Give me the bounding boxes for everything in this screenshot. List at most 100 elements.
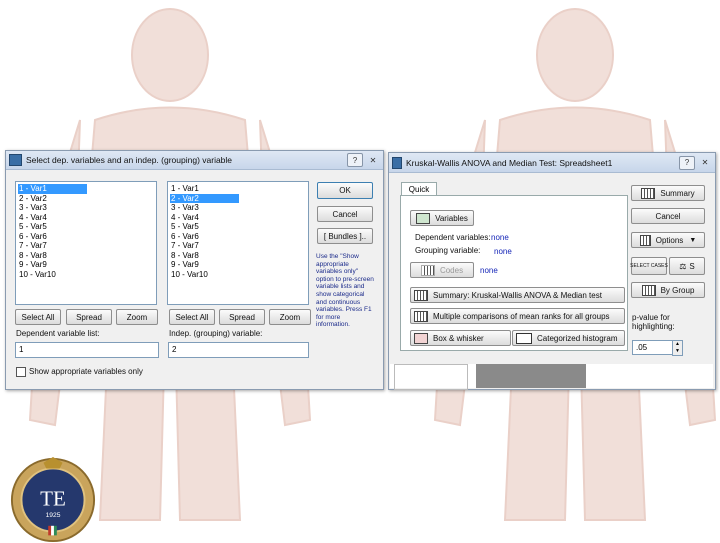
select-cases-button[interactable]: SELECT CASES: [630, 257, 668, 275]
logo-letters: TE: [40, 487, 66, 511]
dep-item[interactable]: 8 - Var8: [18, 251, 154, 261]
options-label: Options: [655, 235, 684, 245]
variables-icon: [416, 212, 431, 224]
show-appropriate-checkbox[interactable]: Show appropriate variables only: [16, 367, 143, 377]
pvalue-label: p-value for highlighting:: [632, 313, 675, 331]
multiple-comparisons-button[interactable]: Multiple comparisons of mean ranks for a…: [410, 308, 625, 324]
indep-item[interactable]: 10 - Var10: [170, 270, 306, 280]
grouping-variable-label: Grouping variable:: [415, 246, 481, 255]
cancel-button[interactable]: Cancel: [631, 208, 705, 224]
by-group-icon: [641, 284, 656, 296]
select-variables-dialog: Select dep. variables and an indep. (gro…: [5, 150, 384, 390]
options-icon: [639, 234, 651, 246]
help-note: Use the "Show appropriate variables only…: [316, 253, 374, 329]
dep-item[interactable]: 2 - Var2: [18, 194, 154, 204]
close-icon[interactable]: ✕: [698, 157, 712, 169]
chevron-down-icon: ▼: [689, 236, 697, 244]
indep-item[interactable]: 1 - Var1: [170, 184, 306, 194]
statistica-icon: [9, 154, 22, 166]
checkbox-box[interactable]: [16, 367, 26, 377]
codes-label: Codes: [439, 265, 464, 275]
indep-item[interactable]: 6 - Var6: [170, 232, 306, 242]
box-whisker-label: Box & whisker: [433, 333, 484, 343]
bundles-button[interactable]: [ Bundles ]..: [317, 228, 373, 244]
by-group-label: By Group: [660, 285, 695, 295]
close-icon[interactable]: ✕: [366, 154, 380, 166]
dep-item[interactable]: 1 - Var1: [18, 184, 87, 194]
indep-item[interactable]: 3 - Var3: [170, 203, 306, 213]
help-button[interactable]: ?: [347, 153, 363, 167]
dependent-variables-label: Dependent variables:: [415, 233, 491, 242]
dep-item[interactable]: 7 - Var7: [18, 241, 154, 251]
ok-button[interactable]: OK: [317, 182, 373, 199]
variables-label: Variables: [435, 213, 468, 223]
cancel-button[interactable]: Cancel: [317, 206, 373, 222]
spreadsheet-cell: [394, 364, 468, 390]
university-seal-logo: TE 1925: [10, 457, 96, 543]
grouping-variable-value: none: [494, 247, 512, 256]
tab-quick[interactable]: Quick: [401, 182, 437, 196]
codes-icon: [420, 264, 435, 276]
table-icon: [414, 289, 428, 301]
boxplot-icon: [414, 332, 428, 344]
summary-icon: [641, 187, 656, 199]
indep-variable-label: Indep. (grouping) variable:: [169, 329, 263, 338]
summary-kruskal-wallis-button[interactable]: Summary: Kruskal-Wallis ANOVA & Median t…: [410, 287, 625, 303]
statistica-icon: [392, 156, 402, 169]
histogram-icon: [516, 332, 532, 344]
weight-icon: ⚖: [679, 261, 687, 271]
logo-year: 1925: [46, 512, 61, 519]
box-whisker-button[interactable]: Box & whisker: [410, 330, 511, 346]
kruskal-wallis-dialog: Kruskal-Wallis ANOVA and Median Test: Sp…: [388, 152, 716, 390]
left-dialog-title: Select dep. variables and an indep. (gro…: [26, 155, 233, 165]
categorized-histogram-button[interactable]: Categorized histogram: [512, 330, 625, 346]
dep-item[interactable]: 9 - Var9: [18, 260, 154, 270]
dep-item[interactable]: 5 - Var5: [18, 222, 154, 232]
weight-button[interactable]: ⚖ S: [669, 257, 705, 275]
spreadsheet-selected-region: [476, 364, 586, 388]
weight-s-label: S: [689, 261, 695, 271]
select-all-indep-button[interactable]: Select All: [169, 309, 215, 325]
by-group-button[interactable]: By Group: [631, 282, 705, 298]
summary-label: Summary: [660, 188, 695, 198]
spreadsheet-background: [390, 364, 713, 390]
summary-kw-label: Summary: Kruskal-Wallis ANOVA & Median t…: [433, 290, 602, 300]
dep-item[interactable]: 6 - Var6: [18, 232, 154, 242]
table-icon: [414, 310, 428, 322]
dep-item[interactable]: 4 - Var4: [18, 213, 154, 223]
quick-tab-panel: Variables Dependent variables: none Grou…: [400, 195, 628, 351]
codes-button[interactable]: Codes: [410, 262, 474, 278]
indep-variable-field[interactable]: 2: [168, 342, 309, 358]
dependent-variable-field[interactable]: 1: [15, 342, 159, 358]
options-button[interactable]: Options ▼: [631, 232, 705, 248]
multiple-comparisons-label: Multiple comparisons of mean ranks for a…: [433, 311, 610, 321]
dep-item[interactable]: 10 - Var10: [18, 270, 154, 280]
help-button[interactable]: ?: [679, 155, 695, 170]
indep-item[interactable]: 8 - Var8: [170, 251, 306, 261]
indep-item[interactable]: 7 - Var7: [170, 241, 306, 251]
right-dialog-title: Kruskal-Wallis ANOVA and Median Test: Sp…: [406, 157, 613, 168]
zoom-dep-button[interactable]: Zoom: [116, 309, 158, 325]
summary-button[interactable]: Summary: [631, 185, 705, 201]
right-dialog-titlebar: Kruskal-Wallis ANOVA and Median Test: Sp…: [389, 153, 715, 173]
dep-item[interactable]: 3 - Var3: [18, 203, 154, 213]
zoom-indep-button[interactable]: Zoom: [269, 309, 311, 325]
dependent-variables-value: none: [491, 233, 509, 242]
dependent-list-label: Dependent variable list:: [16, 329, 100, 338]
indep-item[interactable]: 9 - Var9: [170, 260, 306, 270]
left-dialog-titlebar: Select dep. variables and an indep. (gro…: [6, 151, 383, 170]
categorized-histogram-label: Categorized histogram: [537, 333, 618, 343]
indep-item[interactable]: 4 - Var4: [170, 213, 306, 223]
indep-item[interactable]: 2 - Var2: [170, 193, 239, 203]
pvalue-field[interactable]: .05: [632, 340, 673, 355]
spread-indep-button[interactable]: Spread: [219, 309, 265, 325]
independent-variable-list[interactable]: 1 - Var1 2 - Var2 3 - Var3 4 - Var4 5 - Var5…: [167, 181, 309, 305]
dependent-variable-list[interactable]: 1 - Var1 2 - Var2 3 - Var3 4 - Var4 5 - Var5…: [15, 181, 157, 305]
indep-item[interactable]: 5 - Var5: [170, 222, 306, 232]
select-all-dep-button[interactable]: Select All: [15, 309, 61, 325]
show-appropriate-label: Show appropriate variables only: [29, 367, 143, 377]
pvalue-spinner[interactable]: ▲ ▼: [672, 340, 683, 356]
variables-button[interactable]: Variables: [410, 210, 474, 226]
spread-dep-button[interactable]: Spread: [66, 309, 112, 325]
codes-value: none: [480, 266, 498, 275]
